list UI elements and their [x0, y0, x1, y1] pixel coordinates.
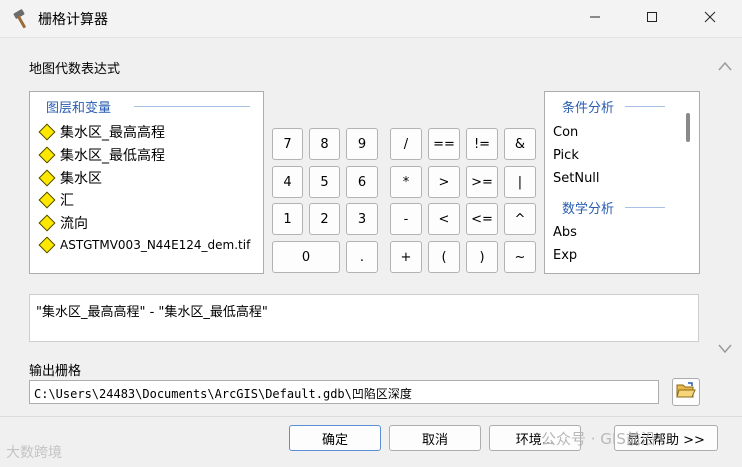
function-group-heading: 数学分析 — [562, 202, 615, 217]
function-item-abs[interactable]: Abs — [553, 225, 577, 240]
title-bar[interactable]: 栅格计算器 — [0, 0, 742, 38]
layer-label: ASTGTMV003_N44E124_dem.tif — [60, 238, 251, 252]
function-group-heading: 条件分析 — [562, 101, 615, 116]
output-raster-label: 输出栅格 — [29, 364, 82, 379]
key-greater[interactable]: > — [428, 166, 460, 198]
key-close-paren[interactable]: ) — [466, 241, 498, 273]
close-button[interactable] — [694, 6, 726, 32]
raster-layer-icon — [38, 123, 56, 141]
function-item-con[interactable]: Con — [553, 125, 578, 140]
key-2[interactable]: 2 — [309, 203, 340, 235]
key-3[interactable]: 3 — [346, 203, 378, 235]
layer-item[interactable]: 集水区_最低高程 — [38, 144, 165, 166]
key-less-equal[interactable]: <= — [466, 203, 498, 235]
dialog-scroll-down-icon[interactable] — [717, 343, 733, 359]
layers-panel[interactable]: 图层和变量 集水区_最高高程 集水区_最低高程 集水区 汇 流向 ASTGTMV… — [29, 91, 264, 274]
key-and[interactable]: & — [504, 128, 536, 160]
raster-layer-icon — [38, 236, 56, 254]
layer-item[interactable]: 集水区_最高高程 — [38, 121, 165, 143]
watermark-right: 公众号 · GIS前沿 — [541, 430, 656, 448]
key-7[interactable]: 7 — [272, 128, 303, 160]
maximize-button[interactable] — [636, 6, 668, 32]
key-6[interactable]: 6 — [346, 166, 378, 198]
minimize-button[interactable] — [579, 6, 611, 32]
layer-label: 汇 — [60, 193, 74, 209]
key-1[interactable]: 1 — [272, 203, 303, 235]
layers-heading: 图层和变量 — [46, 101, 112, 116]
raster-layer-icon — [38, 191, 56, 209]
key-minus[interactable]: - — [390, 203, 422, 235]
function-group-divider — [625, 207, 665, 208]
layer-item[interactable]: ASTGTMV003_N44E124_dem.tif — [38, 234, 250, 256]
key-equal[interactable]: == — [428, 128, 460, 160]
function-group-divider — [625, 106, 665, 107]
key-greater-equal[interactable]: >= — [466, 166, 498, 198]
cancel-button[interactable]: 取消 — [389, 425, 481, 451]
key-divide[interactable]: / — [390, 128, 422, 160]
layer-label: 集水区_最高高程 — [60, 125, 165, 141]
output-raster-input[interactable]: C:\Users\24483\Documents\ArcGIS\Default.… — [29, 380, 659, 404]
key-5[interactable]: 5 — [309, 166, 340, 198]
layer-label: 集水区_最低高程 — [60, 148, 165, 164]
layer-item[interactable]: 集水区 — [38, 167, 102, 189]
hammer-icon — [11, 8, 33, 30]
functions-panel[interactable]: 条件分析 Con Pick SetNull 数学分析 Abs Exp — [544, 91, 700, 274]
expression-section-label: 地图代数表达式 — [29, 62, 121, 77]
raster-layer-icon — [38, 146, 56, 164]
raster-layer-icon — [38, 169, 56, 187]
key-decimal[interactable]: . — [346, 241, 378, 273]
window-title: 栅格计算器 — [38, 12, 108, 28]
key-4[interactable]: 4 — [272, 166, 303, 198]
key-or[interactable]: | — [504, 166, 536, 198]
raster-layer-icon — [38, 214, 56, 232]
expression-textbox[interactable]: "集水区_最高高程" - "集水区_最低高程" — [29, 294, 699, 342]
watermark-left: 大数跨境 — [6, 445, 62, 461]
function-item-exp[interactable]: Exp — [553, 248, 577, 263]
ok-button[interactable]: 确定 — [289, 425, 381, 451]
key-plus[interactable]: + — [390, 241, 422, 273]
key-not[interactable]: ~ — [504, 241, 536, 273]
maximize-icon — [646, 11, 658, 27]
key-multiply[interactable]: * — [390, 166, 422, 198]
expression-text: "集水区_最高高程" - "集水区_最低高程" — [36, 305, 268, 320]
output-raster-path: C:\Users\24483\Documents\ArcGIS\Default.… — [34, 387, 412, 401]
functions-scrollbar-thumb[interactable] — [686, 113, 690, 142]
key-open-paren[interactable]: ( — [428, 241, 460, 273]
layer-label: 集水区 — [60, 171, 102, 187]
key-0[interactable]: 0 — [272, 241, 340, 273]
key-xor[interactable]: ^ — [504, 203, 536, 235]
footer-divider — [0, 416, 742, 417]
layers-heading-divider — [134, 106, 250, 107]
layer-label: 流向 — [60, 216, 88, 232]
layer-item[interactable]: 汇 — [38, 189, 74, 211]
key-8[interactable]: 8 — [309, 128, 340, 160]
open-folder-icon — [676, 381, 696, 403]
function-item-setnull[interactable]: SetNull — [553, 171, 600, 186]
close-icon — [704, 11, 716, 27]
layer-item[interactable]: 流向 — [38, 212, 88, 234]
key-9[interactable]: 9 — [346, 128, 378, 160]
function-item-pick[interactable]: Pick — [553, 148, 579, 163]
key-not-equal[interactable]: != — [466, 128, 498, 160]
browse-folder-button[interactable] — [672, 378, 700, 406]
dialog-scroll-up-icon[interactable] — [717, 60, 733, 76]
key-less[interactable]: < — [428, 203, 460, 235]
minimize-icon — [589, 11, 601, 27]
